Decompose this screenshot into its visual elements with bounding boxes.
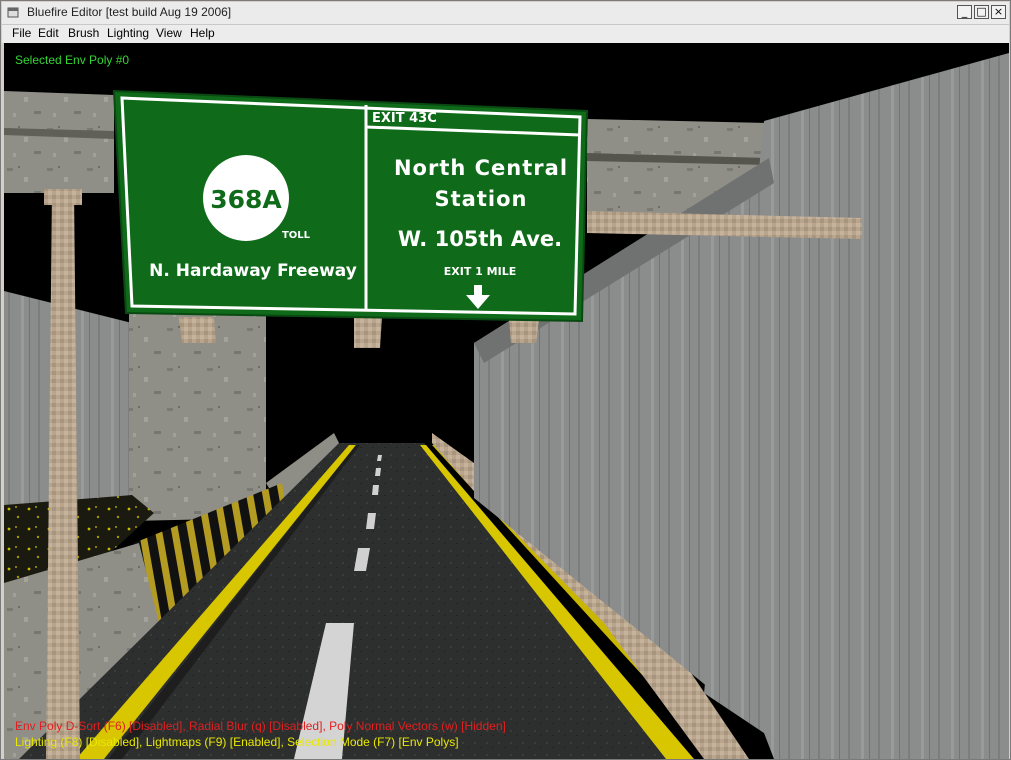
minimize-button[interactable]: _	[957, 5, 972, 19]
maximize-button[interactable]: □	[974, 5, 989, 19]
scene-render: 368A TOLL N. Hardaway Freeway EXIT 43C N…	[4, 43, 1009, 759]
menu-help[interactable]: Help	[190, 26, 215, 40]
left-destination: N. Hardaway Freeway	[149, 261, 357, 281]
menu-file[interactable]: File	[12, 26, 31, 40]
toll-label: TOLL	[282, 230, 311, 241]
exit-tab: EXIT 43C	[372, 111, 437, 126]
app-icon	[7, 7, 19, 18]
3d-viewport[interactable]: 368A TOLL N. Hardaway Freeway EXIT 43C N…	[4, 43, 1009, 759]
close-button[interactable]: ×	[991, 5, 1006, 19]
highway-sign: 368A TOLL N. Hardaway Freeway EXIT 43C N…	[112, 89, 589, 323]
menu-brush[interactable]: Brush	[68, 26, 99, 40]
selection-readout: Selected Env Poly #0	[15, 53, 130, 67]
exit-distance: EXIT 1 MILE	[444, 265, 516, 278]
editor-window: Bluefire Editor [test build Aug 19 2006]…	[0, 0, 1011, 760]
status-line-lighting: Lighting (F8) [Disabled], Lightmaps (F9)…	[15, 735, 459, 749]
menu-lighting[interactable]: Lighting	[107, 26, 149, 40]
menu-edit[interactable]: Edit	[38, 26, 59, 40]
menu-bar: File Edit Brush Lighting View Help	[2, 25, 1009, 43]
route-shield-number: 368A	[210, 185, 282, 214]
menu-view[interactable]: View	[156, 26, 182, 40]
right-destination-line3: W. 105th Ave.	[398, 227, 562, 251]
right-destination-line1: North Central	[394, 156, 568, 180]
title-bar[interactable]: Bluefire Editor [test build Aug 19 2006]…	[2, 2, 1009, 25]
window-title: Bluefire Editor [test build Aug 19 2006]	[27, 5, 232, 19]
status-line-render: Env Poly D-Sort (F6) [Disabled], Radial …	[15, 719, 506, 733]
right-destination-line2: Station	[435, 187, 528, 211]
